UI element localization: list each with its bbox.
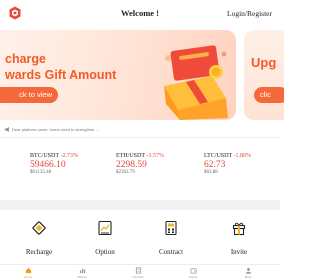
notice-text: Dear platform users: Users need to stren… (12, 127, 100, 132)
notice-bar[interactable]: Dear platform users: Users need to stren… (0, 125, 280, 138)
recharge-diamond-icon (32, 221, 46, 235)
section-divider (0, 200, 280, 210)
ticker-pair: ETH/USDT (116, 153, 145, 159)
tab-mine[interactable]: Mine (228, 267, 268, 280)
ticker-price: 59466.10 (30, 159, 66, 170)
banner-next-headline: Upg (251, 55, 277, 70)
promo-banner-carousel[interactable]: charge wards Gift Amount ck to view Upg … (0, 30, 284, 120)
ticker-pair: BTC/USDT (30, 153, 59, 159)
banner-next-button[interactable]: clic (254, 87, 284, 103)
shortcut-invite[interactable]: Invite (209, 220, 269, 260)
ticker-btc[interactable]: BTC/USDT -2.73% 59466.10 $61133.48 (30, 153, 110, 183)
speaker-icon (4, 126, 9, 133)
tab-label: Contract (132, 274, 144, 279)
invite-gift-icon (232, 222, 246, 236)
tab-label: Mine (244, 274, 252, 279)
shortcut-recharge[interactable]: Recharge (9, 220, 69, 260)
shortcut-option[interactable]: Option (75, 220, 135, 260)
banner-headline-line1: charge (5, 52, 46, 66)
ticker-price: 62.73 (204, 159, 226, 170)
contract-icon (135, 267, 141, 274)
tab-label: Assets (188, 274, 198, 279)
tab-label: Market (77, 274, 87, 279)
shortcut-label: Contract (158, 248, 184, 256)
ticker-usd-value: $2363.79 (116, 169, 135, 175)
assets-icon (189, 268, 197, 274)
divider (0, 137, 280, 138)
market-icon (79, 268, 85, 274)
top-header: Welcome ! Login/Register (0, 0, 280, 28)
profile-icon (245, 268, 251, 274)
option-chart-icon (98, 220, 112, 236)
banner-view-button[interactable]: ck to view (0, 87, 58, 103)
banner-headline-line2: wards Gift Amount (5, 68, 117, 82)
bottom-tab-bar: Home Market Contract Assets Mine (0, 264, 280, 280)
ticker-pair-row: LTC/USDT -1.80% (204, 153, 284, 159)
shortcut-label: Recharge (25, 248, 53, 256)
ticker-usd-value: $61133.48 (30, 169, 52, 175)
ticker-pair-row: BTC/USDT -2.73% (30, 153, 110, 159)
ticker-pair-row: ETH/USDT -3.57% (116, 153, 196, 159)
shortcut-contract[interactable]: Contract (141, 220, 201, 260)
contract-calculator-icon (165, 220, 177, 236)
gift-box-icon (164, 45, 228, 120)
tab-home[interactable]: Home (8, 267, 48, 280)
ticker-usd-value: $63.88 (204, 169, 218, 175)
ticker-ltc[interactable]: LTC/USDT -1.80% 62.73 $63.88 (204, 153, 284, 183)
ticker-change: -2.73% (60, 153, 78, 159)
ticker-price: 2298.59 (116, 159, 147, 170)
tab-contract[interactable]: Contract (118, 267, 158, 280)
banner-slide-current[interactable]: charge wards Gift Amount ck to view (0, 30, 236, 120)
shortcut-label: Option (95, 248, 115, 256)
ticker-pair: LTC/USDT (204, 153, 233, 159)
login-register-link[interactable]: Login/Register (227, 9, 272, 18)
tab-market[interactable]: Market (62, 267, 102, 280)
market-tickers: BTC/USDT -2.73% 59466.10 $61133.48 ETH/U… (0, 153, 280, 183)
tab-label: Home (23, 274, 32, 279)
banner-slide-next[interactable]: Upg clic (244, 30, 284, 120)
ticker-change: -3.57% (146, 153, 164, 159)
home-icon (25, 267, 31, 274)
tab-assets[interactable]: Assets (173, 267, 213, 280)
ticker-eth[interactable]: ETH/USDT -3.57% 2298.59 $2363.79 (116, 153, 196, 183)
shortcut-label: Invite (230, 248, 248, 256)
shortcut-grid: Recharge Option Contract Invite (0, 220, 280, 260)
ticker-change: -1.80% (233, 153, 252, 159)
